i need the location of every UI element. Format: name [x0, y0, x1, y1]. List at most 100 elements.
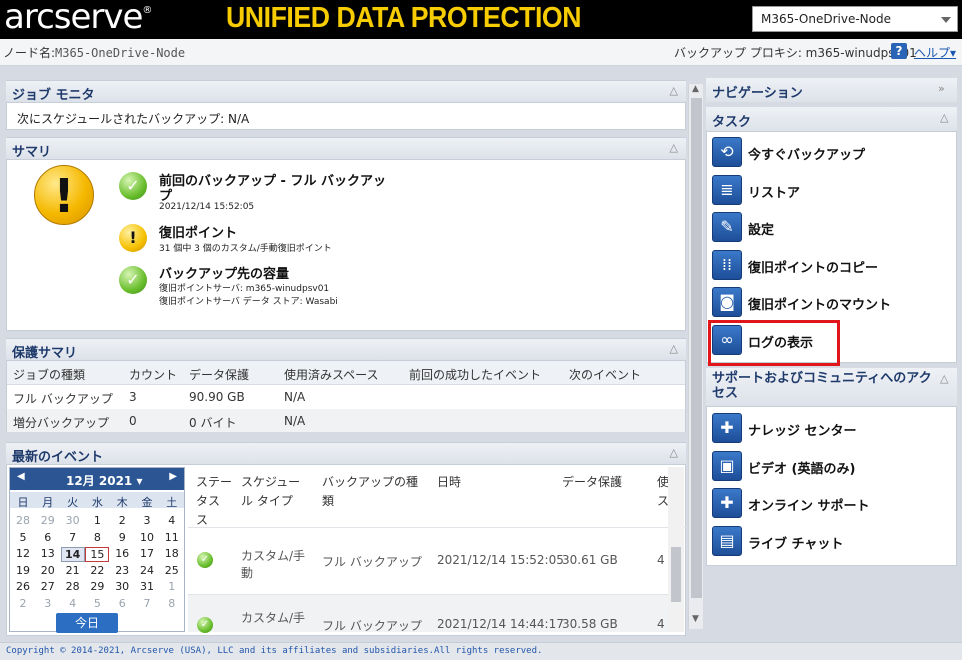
collapse-icon[interactable]: △ — [670, 141, 678, 154]
prev-month-icon[interactable]: ◀ — [17, 471, 25, 482]
calendar-day[interactable]: 5 — [11, 531, 35, 544]
calendar-day[interactable]: 4 — [160, 514, 184, 527]
calendar-day[interactable]: 20 — [36, 564, 60, 577]
calendar-day[interactable]: 5 — [85, 597, 109, 610]
column-date[interactable]: 日時 — [437, 473, 461, 490]
calendar-weekday: 木 — [116, 496, 128, 509]
column-used-space[interactable]: 使用済みスペース — [284, 366, 379, 383]
column-last-success[interactable]: 前回の成功したイベント — [409, 366, 541, 383]
nav-item[interactable]: ⁞⁞ 復旧ポイントのコピー — [712, 249, 942, 282]
calendar-day[interactable]: 31 — [135, 580, 159, 593]
calendar-day[interactable]: 28 — [11, 514, 35, 527]
calendar-day[interactable]: 3 — [135, 514, 159, 527]
calendar-day[interactable]: 26 — [11, 580, 35, 593]
warning-large-icon: ! — [34, 165, 94, 225]
calendar-day[interactable]: 10 — [135, 531, 159, 544]
calendar-day[interactable]: 6 — [110, 597, 134, 610]
column-count[interactable]: カウント — [129, 366, 177, 383]
nav-item[interactable]: ✚ オンライン サポート — [712, 488, 942, 520]
nav-item[interactable]: ✚ ナレッジ センター — [712, 413, 942, 445]
protection-summary-header[interactable]: 保護サマリ △ — [6, 338, 686, 361]
calendar-day[interactable]: 22 — [85, 564, 109, 577]
calendar-day[interactable]: 19 — [11, 564, 35, 577]
column-data-protected[interactable]: データ保護 — [189, 366, 249, 383]
table-cell: N/A — [284, 390, 306, 404]
today-button[interactable]: 今日 — [56, 613, 118, 633]
footer: Copyright © 2014-2021, Arcserve (USA), L… — [0, 642, 962, 660]
calendar-day[interactable]: 18 — [160, 547, 184, 560]
scrollbar-thumb[interactable] — [691, 98, 702, 598]
help-icon[interactable]: ? — [891, 43, 907, 59]
calendar-day[interactable]: 28 — [61, 580, 85, 593]
calendar-month[interactable]: 12月 2021 ▾ — [66, 472, 142, 489]
column-next-event[interactable]: 次のイベント — [569, 366, 641, 383]
calendar-day[interactable]: 17 — [135, 547, 159, 560]
calendar-day[interactable]: 13 — [36, 547, 60, 560]
nav-item[interactable]: ≣ リストア — [712, 174, 942, 207]
calendar-day[interactable]: 29 — [85, 580, 109, 593]
collapse-icon[interactable]: △ — [670, 84, 678, 97]
column-schedule-type[interactable]: スケジュール タイプ — [241, 473, 300, 509]
scroll-down-icon[interactable]: ▼ — [692, 614, 699, 624]
nav-item-label: 設定 — [748, 223, 775, 238]
calendar-day[interactable]: 23 — [110, 564, 134, 577]
column-data-protected[interactable]: データ保護 — [562, 473, 622, 490]
recent-events-header[interactable]: 最新のイベント △ — [6, 442, 686, 465]
column-status[interactable]: ステー タスス — [196, 473, 232, 528]
calendar-day[interactable]: 27 — [36, 580, 60, 593]
calendar-day[interactable]: 2 — [11, 597, 35, 610]
collapse-icon[interactable]: △ — [940, 111, 948, 124]
knowledge-center-icon: ✚ — [712, 413, 742, 443]
nav-item[interactable]: ◙ 復旧ポイントのマウント — [712, 287, 942, 319]
summary-recovery-point-detail: 31 個中 3 個のカスタム/手動復旧ポイント — [159, 244, 332, 254]
calendar-day[interactable]: 8 — [85, 531, 109, 544]
main-scrollbar[interactable]: ▲ ▼ — [688, 84, 703, 629]
calendar-day[interactable]: 30 — [110, 580, 134, 593]
calendar-day[interactable]: 7 — [135, 597, 159, 610]
calendar-day[interactable]: 21 — [61, 564, 85, 577]
calendar-day[interactable]: 15 — [85, 547, 110, 562]
calendar-day[interactable]: 3 — [36, 597, 60, 610]
help-link[interactable]: ヘルプ▾ — [914, 44, 956, 61]
events-scrollbar[interactable] — [668, 467, 684, 632]
node-select[interactable]: M365-OneDrive-Node — [752, 6, 958, 32]
collapse-icon[interactable]: △ — [940, 372, 948, 385]
nav-item[interactable]: ⟲ 今すぐバックアップ — [712, 137, 942, 169]
event-backup-type: フル バックアップ — [322, 555, 422, 569]
calendar-day[interactable]: 8 — [160, 597, 184, 610]
calendar-day[interactable]: 7 — [61, 531, 85, 544]
calendar-day[interactable]: 1 — [85, 514, 109, 527]
summary-rps-server: 復旧ポイントサーバ: m365-winudpsv01 — [159, 284, 330, 294]
next-month-icon[interactable]: ▶ — [169, 471, 177, 482]
calendar-day[interactable]: 6 — [36, 531, 60, 544]
calendar-day[interactable]: 4 — [61, 597, 85, 610]
nav-item[interactable]: ✎ 設定 — [712, 212, 942, 244]
scroll-up-icon[interactable]: ▲ — [692, 84, 699, 94]
job-monitor-header[interactable]: ジョブ モニタ △ — [6, 80, 686, 103]
calendar-day[interactable]: 1 — [160, 580, 184, 593]
calendar-day[interactable]: 14 — [60, 547, 85, 562]
summary-rps-datastore: 復旧ポイントサーバ データ ストア: Wasabi — [159, 297, 338, 307]
collapse-panel-icon[interactable]: » — [938, 82, 945, 95]
column-job-type[interactable]: ジョブの種類 — [13, 366, 85, 383]
highlight-box — [708, 320, 840, 366]
calendar-day[interactable]: 12 — [11, 547, 35, 560]
calendar-day[interactable]: 9 — [110, 531, 134, 544]
nav-item[interactable]: ▣ ビデオ (英語のみ) — [712, 450, 942, 483]
collapse-icon[interactable]: △ — [670, 342, 678, 355]
collapse-icon[interactable]: △ — [670, 446, 678, 459]
nav-item-label: ビデオ (英語のみ) — [748, 461, 856, 477]
calendar-weekday: 水 — [91, 496, 103, 509]
calendar-day[interactable]: 29 — [36, 514, 60, 527]
column-backup-type[interactable]: バックアップの種類 — [322, 473, 418, 509]
calendar-day[interactable]: 11 — [160, 531, 184, 544]
calendar-day[interactable]: 30 — [61, 514, 85, 527]
copyright: Copyright © 2014-2021, Arcserve (USA), L… — [6, 646, 543, 656]
calendar-day[interactable]: 16 — [110, 547, 134, 560]
nav-item[interactable]: ▤ ライブ チャット — [712, 525, 942, 558]
calendar-day[interactable]: 25 — [160, 564, 184, 577]
scrollbar-thumb[interactable] — [671, 547, 681, 602]
calendar-day[interactable]: 24 — [135, 564, 159, 577]
summary-header[interactable]: サマリ △ — [6, 137, 686, 160]
calendar-day[interactable]: 2 — [110, 514, 134, 527]
